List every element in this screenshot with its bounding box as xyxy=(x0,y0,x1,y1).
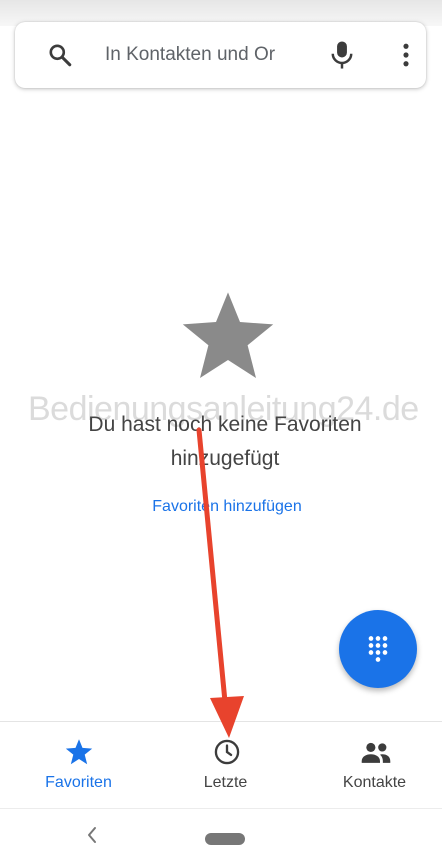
nav-item-contacts[interactable]: Kontakte xyxy=(301,722,442,808)
star-icon xyxy=(65,739,93,765)
microphone-icon[interactable] xyxy=(327,39,357,71)
nav-item-recent[interactable]: Letzte xyxy=(152,722,299,808)
nav-label-favorites: Favoriten xyxy=(45,774,112,791)
dialpad-button[interactable] xyxy=(339,610,417,688)
add-favorites-link[interactable]: Favoriten hinzufügen xyxy=(100,498,354,516)
more-vert-icon[interactable] xyxy=(392,41,420,69)
dialpad-icon xyxy=(368,636,388,662)
bottom-navigation: Favoriten Letzte Kontakte xyxy=(0,721,442,808)
star-icon xyxy=(182,292,274,378)
home-button[interactable] xyxy=(205,833,245,845)
nav-label-contacts: Kontakte xyxy=(342,774,407,791)
empty-state-title: Du hast noch keine Favoriten hinzugefügt xyxy=(88,413,362,470)
nav-item-favorites[interactable]: Favoriten xyxy=(5,722,152,808)
search-bar[interactable] xyxy=(15,22,426,88)
people-icon xyxy=(361,742,391,763)
nav-label-recent: Letzte xyxy=(203,774,248,791)
search-icon[interactable] xyxy=(47,42,73,68)
system-navigation-bar xyxy=(0,808,442,859)
clock-icon xyxy=(214,739,240,765)
back-icon[interactable] xyxy=(84,826,100,844)
search-input[interactable] xyxy=(105,40,320,70)
